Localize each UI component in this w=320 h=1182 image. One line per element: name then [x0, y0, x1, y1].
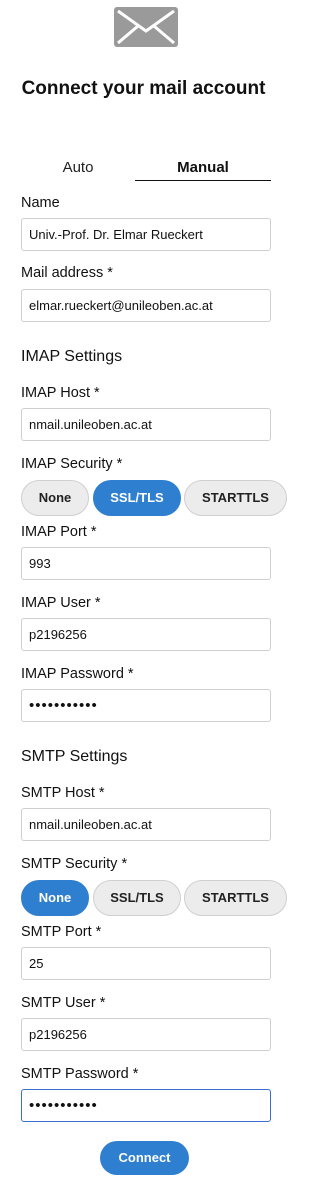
imap-password-label: IMAP Password * [21, 666, 134, 682]
smtp-port-field[interactable]: 25 [21, 947, 271, 980]
imap-security-label: IMAP Security * [21, 456, 123, 472]
smtp-security-starttls[interactable]: STARTTLS [184, 880, 287, 916]
mode-tabs: Auto Manual [21, 158, 271, 181]
smtp-user-label: SMTP User * [21, 995, 106, 1011]
name-label: Name [21, 195, 60, 211]
smtp-port-label: SMTP Port * [21, 924, 102, 940]
mail-icon [114, 7, 178, 47]
smtp-security-none[interactable]: None [21, 880, 89, 916]
imap-user-label: IMAP User * [21, 595, 101, 611]
imap-port-label: IMAP Port * [21, 524, 97, 540]
connect-button[interactable]: Connect [100, 1141, 189, 1175]
imap-security-none[interactable]: None [21, 480, 89, 516]
imap-port-field[interactable]: 993 [21, 547, 271, 580]
smtp-security-ssl-tls[interactable]: SSL/TLS [93, 880, 181, 916]
smtp-host-field[interactable]: nmail.unileoben.ac.at [21, 808, 271, 841]
imap-security-ssl-tls[interactable]: SSL/TLS [93, 480, 181, 516]
imap-password-field[interactable]: ••••••••••• [21, 689, 271, 722]
smtp-security-label: SMTP Security * [21, 856, 128, 872]
imap-section-title: IMAP Settings [21, 348, 123, 365]
imap-user-field[interactable]: p2196256 [21, 618, 271, 651]
smtp-host-label: SMTP Host * [21, 785, 105, 801]
page-title: Connect your mail account [21, 78, 266, 99]
smtp-section-title: SMTP Settings [21, 748, 128, 765]
smtp-password-field[interactable]: ••••••••••• [21, 1089, 271, 1122]
smtp-user-field[interactable]: p2196256 [21, 1018, 271, 1051]
mail-address-label: Mail address * [21, 265, 113, 281]
tab-auto[interactable]: Auto [21, 158, 135, 181]
imap-security-starttls[interactable]: STARTTLS [184, 480, 287, 516]
smtp-password-label: SMTP Password * [21, 1066, 139, 1082]
tab-manual[interactable]: Manual [135, 158, 271, 181]
name-field[interactable]: Univ.-Prof. Dr. Elmar Rueckert [21, 218, 271, 251]
imap-host-label: IMAP Host * [21, 385, 100, 401]
mail-address-field[interactable]: elmar.rueckert@unileoben.ac.at [21, 289, 271, 322]
imap-host-field[interactable]: nmail.unileoben.ac.at [21, 408, 271, 441]
